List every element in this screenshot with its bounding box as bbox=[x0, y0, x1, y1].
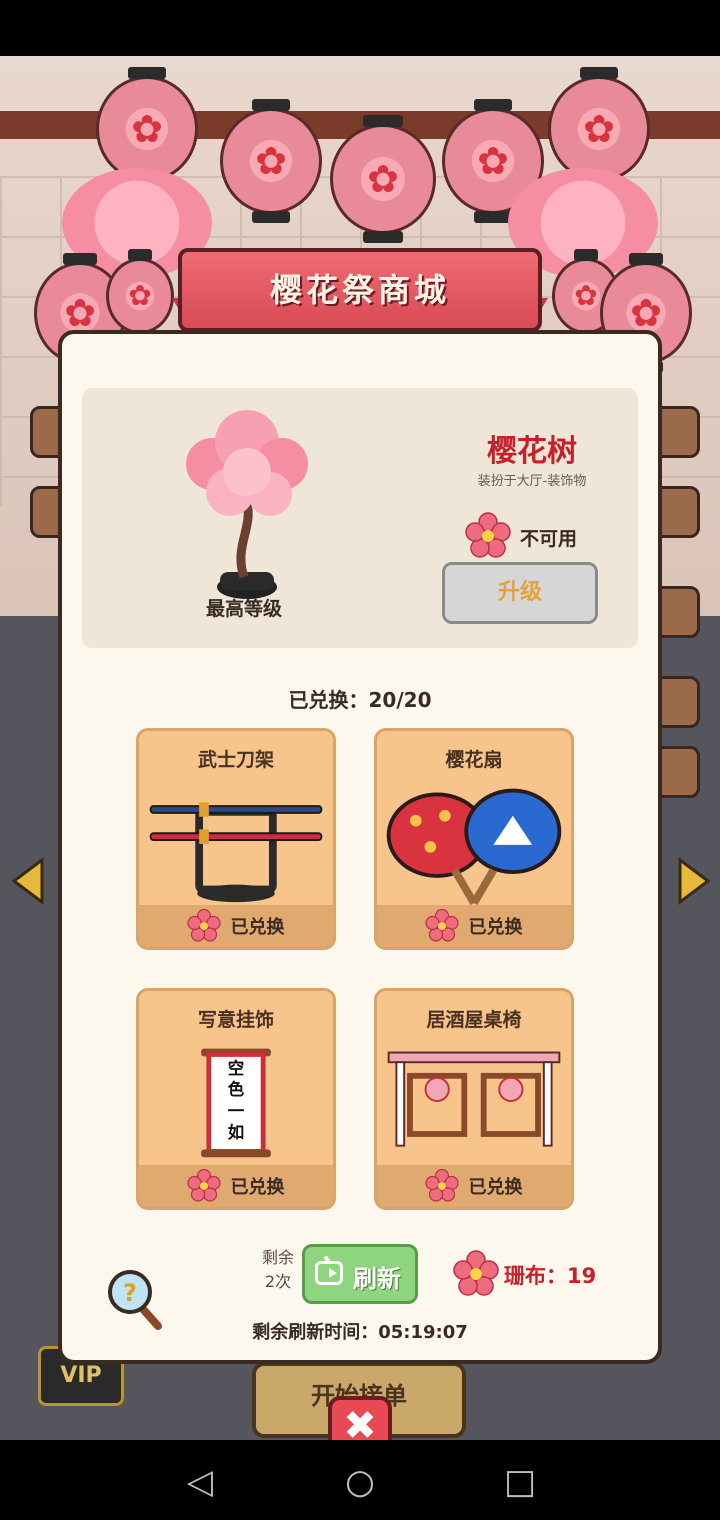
svg-text:?: ? bbox=[123, 1279, 137, 1307]
lantern-decoration: ✿ bbox=[548, 67, 650, 191]
svg-text:色: 色 bbox=[228, 1079, 245, 1099]
item-title: 居酒屋桌椅 bbox=[426, 1009, 522, 1031]
item-status: 已兑换 bbox=[468, 917, 523, 938]
sakura-icon bbox=[465, 512, 511, 558]
sakura-icon bbox=[425, 909, 460, 942]
shop-item-card[interactable]: 樱花扇 已兑换 bbox=[374, 728, 574, 950]
shop-item-card[interactable]: 武士刀架 已兑换 bbox=[136, 728, 336, 950]
right-arrow-icon[interactable] bbox=[676, 856, 712, 906]
item-status: 已兑换 bbox=[468, 1177, 523, 1198]
svg-text:空: 空 bbox=[228, 1058, 244, 1078]
currency-amount: 珊布：19 bbox=[504, 1264, 597, 1288]
featured-item-name: 樱花树 bbox=[487, 434, 577, 469]
katana-rack-image bbox=[149, 802, 323, 903]
svg-text:一: 一 bbox=[228, 1102, 245, 1121]
card-footer: 已兑换 bbox=[377, 1165, 571, 1207]
izakaya-furniture-image bbox=[387, 1051, 561, 1147]
video-ad-icon bbox=[315, 1261, 343, 1285]
lantern-decoration: ✿ bbox=[220, 99, 322, 223]
item-status: 已兑换 bbox=[230, 1177, 285, 1198]
left-arrow-icon[interactable] bbox=[10, 856, 46, 906]
shop-item-card[interactable]: 居酒屋桌椅 已兑换 bbox=[374, 988, 574, 1210]
remaining-label: 剩余 bbox=[261, 1248, 294, 1267]
featured-item-description: 装扮于大厅-装饰物 bbox=[477, 474, 587, 489]
remaining-count: 2次 bbox=[264, 1272, 292, 1291]
lantern-decoration: ✿ bbox=[106, 249, 174, 343]
upgrade-button[interactable]: 升级 bbox=[442, 562, 598, 624]
system-nav-bar: ◁ ○ □ bbox=[0, 1440, 720, 1520]
refresh-label: 刷新 bbox=[353, 1265, 401, 1293]
sakura-currency-icon bbox=[453, 1250, 499, 1296]
sakura-icon bbox=[425, 1169, 460, 1202]
refresh-button[interactable]: 刷新 bbox=[302, 1244, 418, 1304]
item-title: 武士刀架 bbox=[197, 749, 274, 771]
home-icon[interactable]: ○ bbox=[340, 1462, 380, 1502]
recent-apps-icon[interactable]: □ bbox=[500, 1462, 540, 1502]
redeemed-count: 已兑换：20/20 bbox=[288, 688, 432, 712]
hanging-scroll-image: 空 色 一 如 bbox=[201, 1048, 271, 1158]
availability-text: 不可用 bbox=[520, 528, 578, 550]
availability-row: 不可用 bbox=[462, 512, 622, 560]
back-icon[interactable]: ◁ bbox=[180, 1462, 220, 1502]
sakura-icon bbox=[187, 909, 222, 942]
shop-title: 樱花祭商城 bbox=[269, 271, 450, 309]
sakura-fan-image bbox=[386, 788, 562, 906]
cherry-tree-image bbox=[186, 410, 308, 599]
max-level-label: 最高等级 bbox=[205, 598, 282, 620]
shop-item-card[interactable]: 写意挂饰 空 色 一 如 已兑换 bbox=[136, 988, 336, 1210]
card-footer: 已兑换 bbox=[377, 905, 571, 947]
lantern-decoration: ✿ bbox=[330, 115, 436, 243]
card-footer: 已兑换 bbox=[139, 905, 333, 947]
shop-title-banner: 樱花祭商城 bbox=[178, 248, 542, 332]
currency-display: 珊布：19 bbox=[452, 1250, 612, 1298]
item-title: 写意挂饰 bbox=[197, 1009, 274, 1031]
featured-item-card: 最高等级 樱花树 装扮于大厅-装饰物 不可用 升级 bbox=[82, 388, 638, 648]
status-bar bbox=[0, 0, 720, 56]
lantern-decoration: ✿ bbox=[96, 67, 198, 191]
refresh-countdown: 剩余刷新时间：05:19:07 bbox=[252, 1322, 468, 1343]
sakura-icon bbox=[187, 1169, 222, 1202]
remaining-refresh: 剩余 2次 bbox=[256, 1246, 300, 1294]
item-status: 已兑换 bbox=[230, 917, 285, 938]
card-footer: 已兑换 bbox=[139, 1165, 333, 1207]
svg-text:如: 如 bbox=[228, 1122, 244, 1142]
item-title: 樱花扇 bbox=[445, 749, 503, 771]
